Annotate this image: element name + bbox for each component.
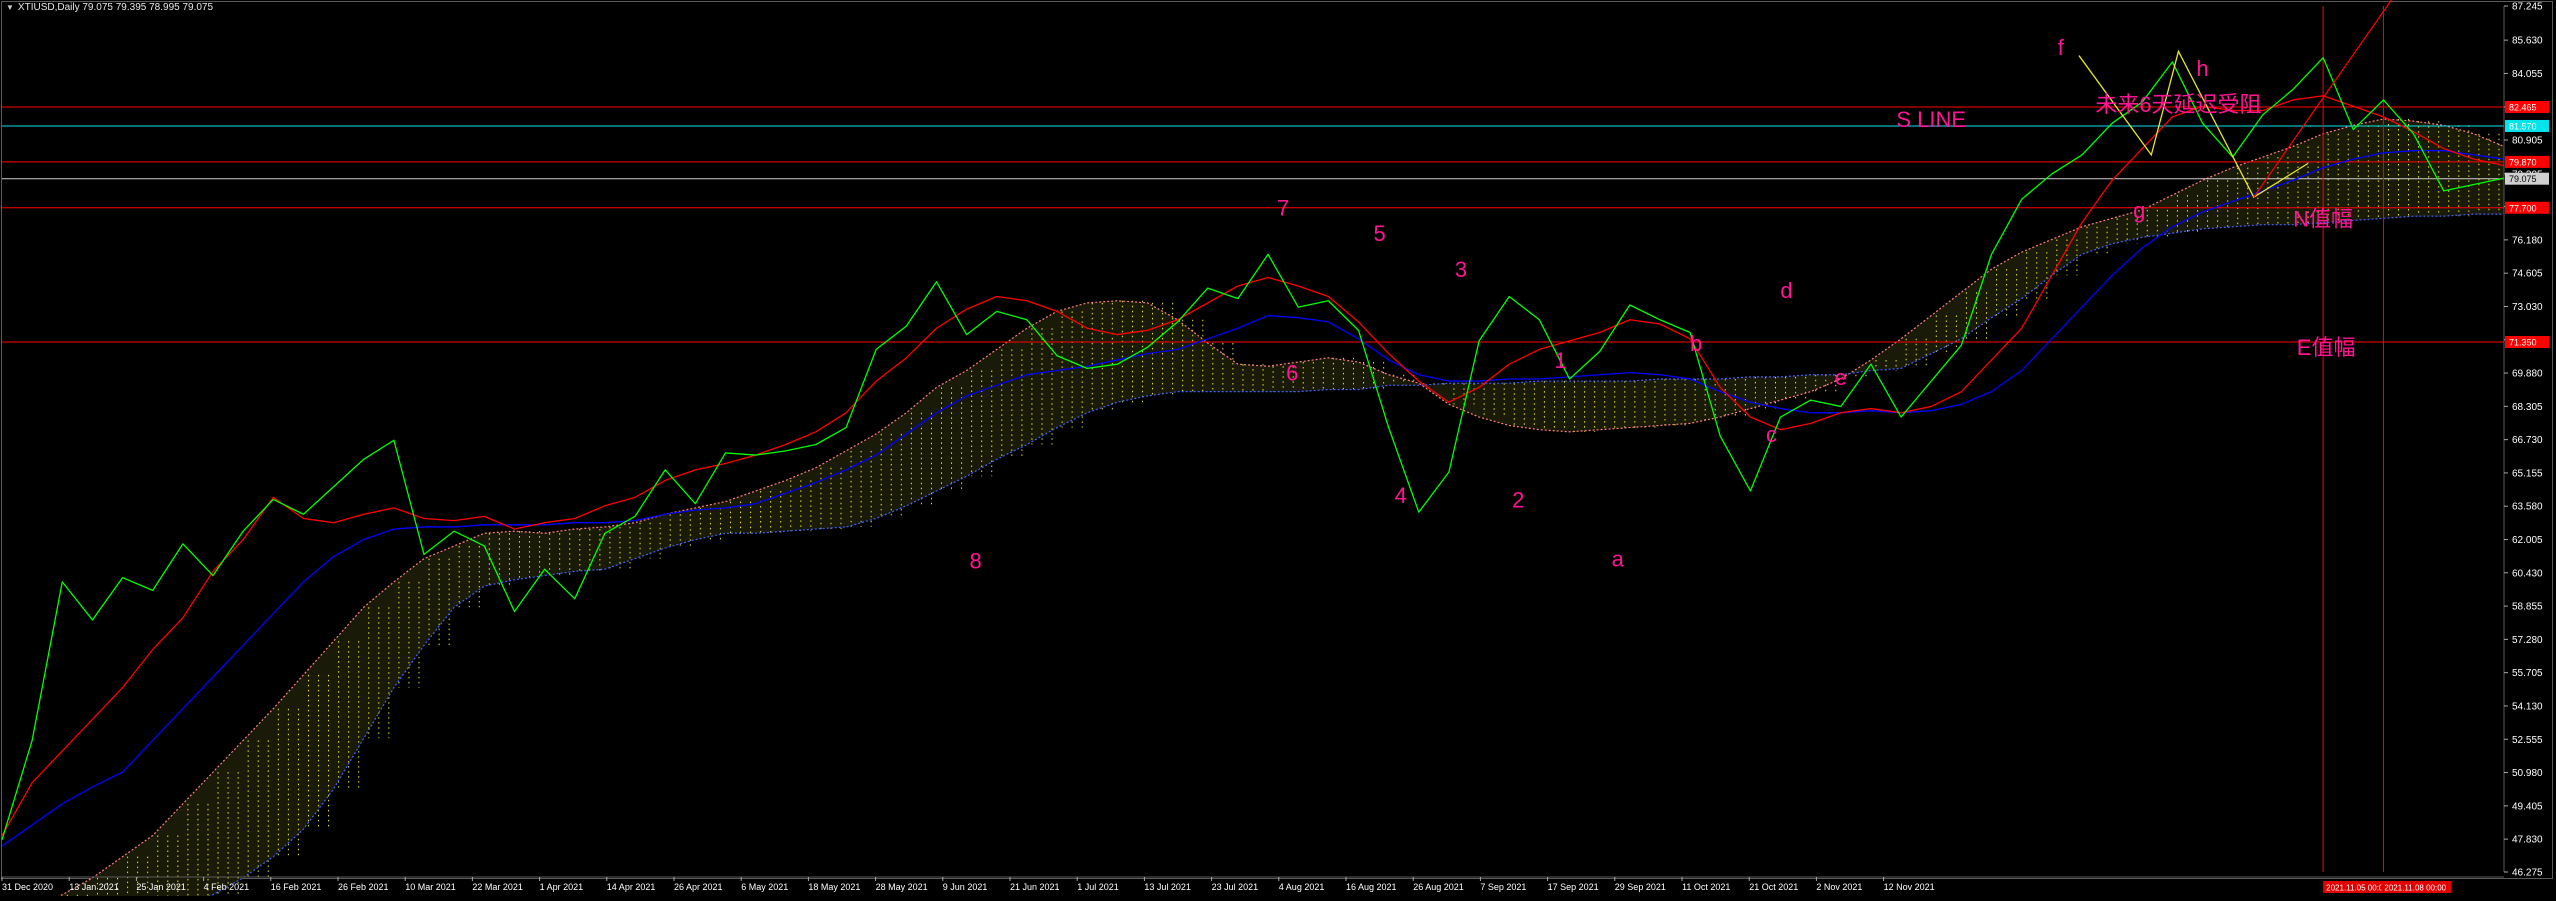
time-tick-label: 4 Feb 2021 <box>204 882 250 892</box>
price-line-marker-label: 77.700 <box>2509 203 2537 213</box>
time-tick-label: 26 Feb 2021 <box>338 882 389 892</box>
price-tick-label: 54.130 <box>2512 701 2543 712</box>
time-tick-label: 26 Apr 2021 <box>674 882 723 892</box>
triangle-down-icon[interactable]: ▼ <box>6 3 14 12</box>
time-tick-label: 16 Aug 2021 <box>1346 882 1397 892</box>
wave-label: c <box>1766 422 1777 447</box>
price-tick-label: 55.705 <box>2512 668 2543 679</box>
price-tick-label: 62.005 <box>2512 535 2543 546</box>
price-line-marker-label: 82.465 <box>2509 103 2537 113</box>
price-tick-label: 73.030 <box>2512 302 2543 313</box>
price-tick-label: 60.430 <box>2512 568 2543 579</box>
time-tick-label: 14 Apr 2021 <box>607 882 656 892</box>
price-tick-label: 74.605 <box>2512 269 2543 280</box>
wave-label: 8 <box>970 549 982 574</box>
wave-label: 6 <box>1286 361 1298 386</box>
price-tick-label: 69.880 <box>2512 369 2543 380</box>
price-tick-label: 58.855 <box>2512 602 2543 613</box>
wave-label: 7 <box>1277 196 1289 221</box>
price-tick-label: 84.055 <box>2512 69 2543 80</box>
time-tick-label: 22 Mar 2021 <box>472 882 523 892</box>
wave-label: f <box>2058 35 2065 60</box>
price-tick-label: 52.555 <box>2512 735 2543 746</box>
time-tick-label: 7 Sep 2021 <box>1480 882 1526 892</box>
time-tick-label: 13 Jul 2021 <box>1144 882 1191 892</box>
wave-label: 未来6天延迟受阻 <box>2095 92 2261 117</box>
chart-title-text: XTIUSD,Daily 79.075 79.395 78.995 79.075 <box>17 2 214 13</box>
price-line-marker-label: 71.350 <box>2509 337 2537 347</box>
wave-label: e <box>1835 365 1847 390</box>
wave-label: b <box>1690 331 1702 356</box>
time-tick-label: 16 Feb 2021 <box>271 882 322 892</box>
time-tick-label: 21 Jun 2021 <box>1010 882 1060 892</box>
time-tick-label: 25 Jan 2021 <box>136 882 186 892</box>
price-tick-label: 76.180 <box>2512 235 2543 246</box>
time-tick-label: 31 Dec 2020 <box>2 882 53 892</box>
wave-label: g <box>2133 198 2145 223</box>
time-tick-label: 1 Jul 2021 <box>1077 882 1119 892</box>
price-tick-label: 66.730 <box>2512 435 2543 446</box>
wave-label: E值幅 <box>2297 335 2356 360</box>
vertical-line-date-label: 2021.11.05 00:00 <box>2326 884 2388 893</box>
time-tick-label: 10 Mar 2021 <box>405 882 456 892</box>
chart-title-label: ▼ XTIUSD,Daily 79.075 79.395 78.995 79.07… <box>6 2 213 13</box>
wave-label: N值幅 <box>2293 206 2353 231</box>
wave-label: 3 <box>1455 257 1467 282</box>
time-tick-label: 13 Jan 2021 <box>69 882 119 892</box>
wave-label: 2 <box>1512 487 1524 512</box>
price-tick-label: 68.305 <box>2512 402 2543 413</box>
time-tick-label: 23 Jul 2021 <box>1212 882 1259 892</box>
price-line-marker-label: 81.570 <box>2509 121 2537 131</box>
price-line-marker-label: 79.075 <box>2509 174 2537 184</box>
time-tick-label: 11 Oct 2021 <box>1682 882 1730 892</box>
wave-label: h <box>2196 56 2208 81</box>
price-tick-label: 85.630 <box>2512 36 2543 47</box>
wave-label: 1 <box>1554 348 1566 373</box>
price-tick-label: 87.245 <box>2512 2 2543 13</box>
wave-label: S LINE <box>1896 107 1966 132</box>
vertical-line-date-label: 2021.11.08 00:00 <box>2384 884 2446 893</box>
price-tick-label: 80.905 <box>2512 136 2543 147</box>
time-tick-label: 4 Aug 2021 <box>1279 882 1325 892</box>
chart-background <box>0 0 2556 896</box>
time-tick-label: 28 May 2021 <box>876 882 928 892</box>
price-tick-label: 57.280 <box>2512 635 2543 646</box>
time-tick-label: 29 Sep 2021 <box>1615 882 1666 892</box>
time-tick-label: 18 May 2021 <box>808 882 860 892</box>
time-tick-label: 26 Aug 2021 <box>1413 882 1464 892</box>
price-tick-label: 47.830 <box>2512 835 2543 846</box>
price-tick-label: 50.980 <box>2512 768 2543 779</box>
time-tick-label: 12 Nov 2021 <box>1884 882 1935 892</box>
price-line-marker-label: 79.870 <box>2509 157 2537 167</box>
time-tick-label: 17 Sep 2021 <box>1548 882 1599 892</box>
wave-label: 4 <box>1395 483 1407 508</box>
wave-label: d <box>1780 278 1792 303</box>
price-tick-label: 49.405 <box>2512 801 2543 812</box>
time-tick-label: 6 May 2021 <box>741 882 788 892</box>
time-tick-label: 21 Oct 2021 <box>1749 882 1798 892</box>
chart-window[interactable]: 7 5 3 6 1 4 2 8 a b c d e f h g S LINE 未来6天延迟受阻 N值幅 E值幅 87.… <box>0 0 2556 901</box>
wave-label: 5 <box>1373 221 1385 246</box>
price-tick-label: 65.155 <box>2512 468 2543 479</box>
price-tick-label: 46.275 <box>2512 868 2543 879</box>
time-tick-label: 9 Jun 2021 <box>943 882 988 892</box>
time-tick-label: 2 Nov 2021 <box>1816 882 1862 892</box>
wave-label: a <box>1612 547 1625 572</box>
price-tick-label: 63.580 <box>2512 502 2543 513</box>
price-chart[interactable]: 7 5 3 6 1 4 2 8 a b c d e f h g S LINE 未来6天延迟受阻 N值幅 E值幅 87.… <box>0 0 2556 901</box>
time-tick-label: 1 Apr 2021 <box>540 882 584 892</box>
